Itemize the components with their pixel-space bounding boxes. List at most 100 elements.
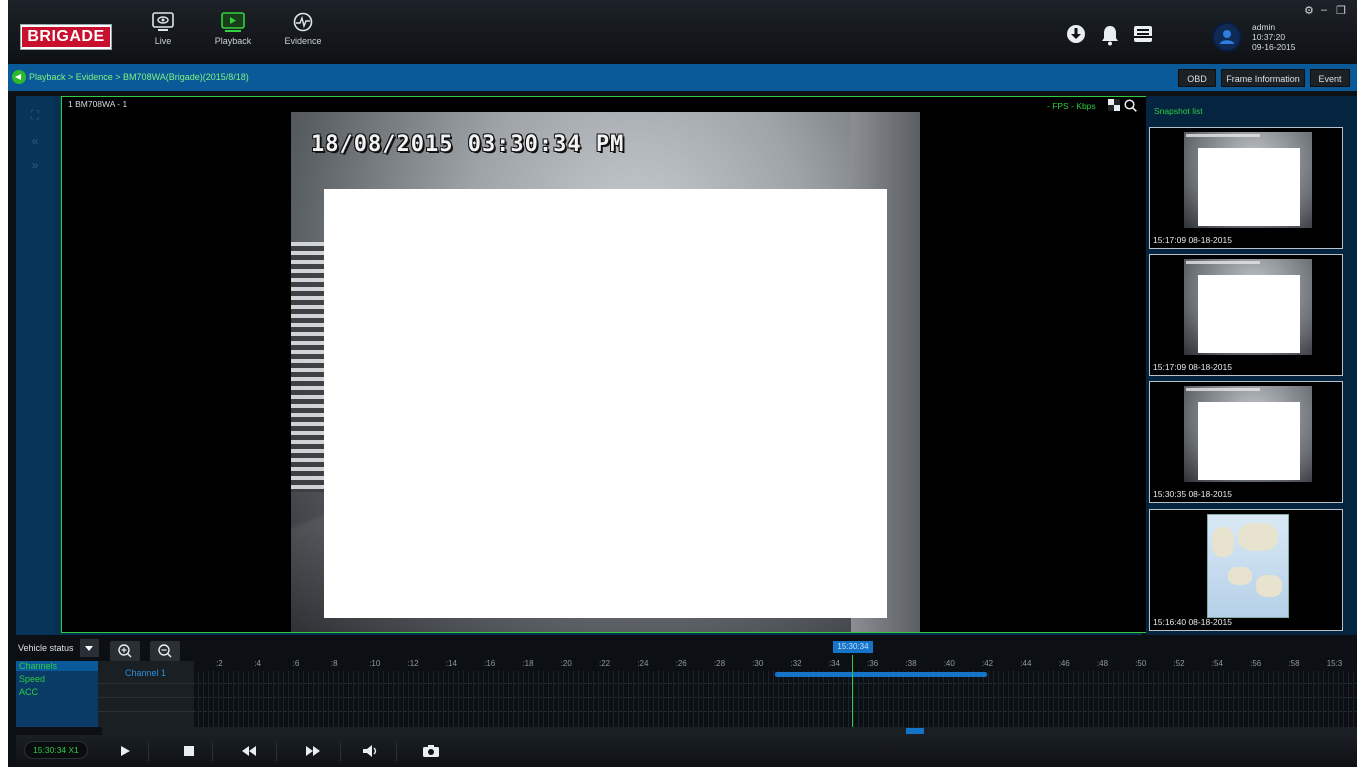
evidence-icon (293, 12, 313, 32)
left-collapse-strip: ⛶ « » (16, 96, 54, 635)
snapshot-item[interactable]: 15:17:09 08-18-2015 (1149, 254, 1343, 376)
row-acc[interactable]: ACC (19, 687, 38, 697)
volume-icon[interactable] (360, 741, 382, 761)
snapshot-item[interactable]: 15:30:35 08-18-2015 (1149, 381, 1343, 503)
ruler-tick-label: :8 (330, 659, 338, 668)
ruler-tick-label: :50 (1135, 659, 1147, 668)
event-button[interactable]: Event (1310, 69, 1350, 87)
snapshot-camera-icon[interactable] (420, 741, 442, 761)
settings-icon[interactable]: ⚙ (1304, 4, 1314, 17)
ruler-tick-label: :42 (982, 659, 994, 668)
playhead-time: 15:30:34 (833, 641, 873, 653)
frame-information-button[interactable]: Frame Information (1221, 69, 1305, 87)
ruler-tick-label: :36 (867, 659, 879, 668)
map-snapshot-image (1207, 514, 1289, 618)
ruler-tick-label: :4 (254, 659, 261, 668)
collapse-left-icon[interactable]: « (28, 134, 42, 148)
row-channels[interactable]: Channels (16, 661, 98, 671)
timeline-grid[interactable] (194, 671, 1357, 727)
snapshot-caption: 15:30:35 08-18-2015 (1153, 489, 1232, 499)
minimize-icon[interactable]: – (1321, 4, 1327, 16)
chevron-down-icon[interactable] (80, 639, 99, 657)
fast-forward-icon[interactable] (302, 741, 324, 761)
ruler-tick-label: :12 (407, 659, 419, 668)
ruler-tick-label: :38 (905, 659, 917, 668)
user-avatar (1212, 22, 1242, 52)
ruler-tick-label: :18 (522, 659, 534, 668)
nav-evidence-label: Evidence (284, 36, 322, 46)
timeline-panel: Vehicle status Channels Speed ACC Channe… (16, 635, 1357, 735)
playback-controls: 15:30:34 X1 (16, 735, 1357, 767)
ruler-tick-label: :14 (445, 659, 457, 668)
zoom-out-button[interactable] (150, 641, 180, 661)
ruler-tick-label: :26 (675, 659, 687, 668)
obd-button[interactable]: OBD (1178, 69, 1216, 87)
ruler-tick-label: :52 (1173, 659, 1185, 668)
ruler-tick-label: :20 (560, 659, 572, 668)
brand-logo-text: BRIGADE (22, 27, 110, 47)
nav-live-label: Live (154, 36, 172, 46)
user-icon (1220, 30, 1234, 44)
recording-segment[interactable] (775, 672, 987, 677)
nav-playback[interactable]: Playback (204, 12, 262, 62)
snapshot-caption: 15:17:09 08-18-2015 (1153, 235, 1232, 245)
video-player[interactable]: 1 BM708WA - 1 - FPS - Kbps 18/08/2015 03… (61, 96, 1147, 633)
ruler-tick-label: :10 (369, 659, 381, 668)
fps-kbps-readout: - FPS - Kbps (1047, 101, 1096, 111)
time-ruler[interactable]: :2:4:6:8:10:12:14:16:18:20:22:24:26:28:3… (194, 651, 1357, 671)
scrollbar-thumb[interactable] (906, 728, 924, 734)
snapshot-list-title: Snapshot list (1154, 106, 1203, 116)
channel-name: Channel 1 (125, 668, 167, 678)
brand-logo: BRIGADE (20, 24, 112, 50)
snapshot-image (1184, 386, 1312, 482)
ruler-tick-label: :32 (790, 659, 802, 668)
fullscreen-icon[interactable]: ⛶ (28, 108, 42, 122)
layout-icon[interactable] (1108, 99, 1120, 111)
snapshot-image (1184, 132, 1312, 228)
inbox-icon[interactable] (1132, 24, 1154, 44)
ruler-tick-label: :44 (1020, 659, 1032, 668)
vehicle-status-label: Vehicle status (18, 643, 74, 653)
nav-playback-label: Playback (214, 36, 252, 46)
zoom-in-icon (118, 644, 132, 658)
ruler-tick-label: :30 (752, 659, 764, 668)
breadcrumb[interactable]: Playback > Evidence > BM708WA(Brigade)(2… (29, 72, 249, 82)
expand-right-icon[interactable]: » (28, 158, 42, 172)
bell-icon[interactable] (1100, 24, 1120, 46)
playhead-cursor[interactable] (852, 655, 853, 727)
ruler-tick-label: :56 (1250, 659, 1262, 668)
zoom-out-icon (158, 644, 172, 658)
nav-live[interactable]: Live (134, 12, 192, 62)
video-frame: 18/08/2015 03:30:34 PM (291, 112, 920, 632)
timeline-row-labels: Channels Speed ACC (16, 661, 98, 727)
user-date: 09-16-2015 (1252, 42, 1296, 52)
nav-evidence[interactable]: Evidence (274, 12, 332, 62)
ruler-tick-label: :28 (713, 659, 726, 668)
timeline-scrollbar[interactable] (102, 727, 1357, 735)
ruler-tick-label: :34 (828, 659, 840, 668)
ruler-tick-label: :2 (216, 659, 223, 668)
video-pane: ⛶ « » 1 BM708WA - 1 - FPS - Kbps 18/08/2… (16, 96, 1147, 635)
ruler-tick-label: :58 (1288, 659, 1300, 668)
speed-readout: 15:30:34 X1 (24, 741, 88, 759)
zoom-icon[interactable] (1124, 99, 1137, 112)
breadcrumb-bar: Playback > Evidence > BM708WA(Brigade)(2… (8, 64, 1357, 91)
vehicle-status-select[interactable]: Vehicle status (16, 639, 99, 657)
row-speed[interactable]: Speed (19, 674, 45, 684)
restore-icon[interactable]: ❐ (1336, 4, 1346, 17)
zoom-in-button[interactable] (110, 641, 140, 661)
download-icon[interactable] (1066, 24, 1086, 44)
snapshot-item[interactable]: 15:17:09 08-18-2015 (1149, 127, 1343, 249)
user-name: admin (1252, 22, 1276, 32)
snapshot-item[interactable]: 15:16:40 08-18-2015 (1149, 509, 1343, 631)
play-icon[interactable] (114, 741, 136, 761)
ruler-tick-label: :40 (943, 659, 955, 668)
ruler-tick-label: :46 (1058, 659, 1070, 668)
back-arrow-icon[interactable] (12, 70, 26, 84)
redacted-region (324, 189, 887, 618)
stop-icon[interactable] (178, 741, 200, 761)
playback-icon (221, 12, 245, 32)
rewind-icon[interactable] (238, 741, 260, 761)
snapshot-caption: 15:16:40 08-18-2015 (1153, 617, 1232, 627)
snapshot-caption: 15:17:09 08-18-2015 (1153, 362, 1232, 372)
